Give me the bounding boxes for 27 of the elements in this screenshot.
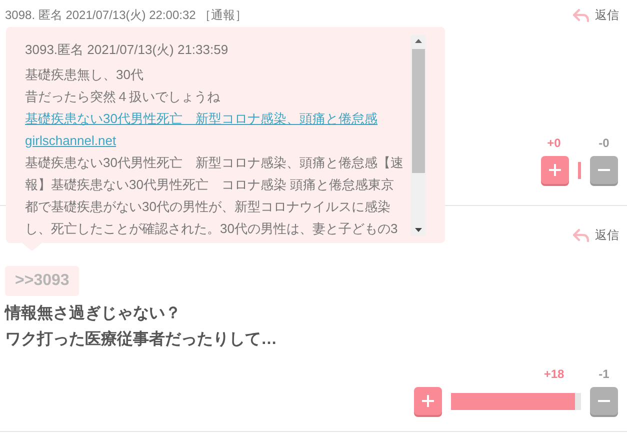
minus-button[interactable] — [590, 387, 618, 415]
scroll-down-icon[interactable] — [415, 228, 422, 232]
comment-text: ワク打った医療従事者だったりして… — [5, 329, 278, 350]
quote-anchor[interactable]: >>3093 — [5, 266, 80, 296]
reply-icon — [573, 228, 589, 242]
popup-text: 昔だったら突然４扱いでしょうね — [25, 88, 221, 106]
article-link[interactable]: girlschannel.net — [25, 133, 116, 148]
popup-header: 3093.匿名 2021/07/13(火) 21:33:59 — [25, 41, 230, 59]
reply-icon — [573, 8, 589, 22]
plus-count: +18 — [542, 366, 566, 383]
plus-button[interactable] — [541, 156, 569, 184]
scrollbar[interactable] — [411, 35, 426, 236]
comment-header: 3098. 匿名 2021/07/13(火) 22:00:32 ［通報］ — [5, 7, 248, 24]
reply-link[interactable]: 返信 — [573, 226, 619, 244]
reply-link[interactable]: 返信 — [573, 6, 619, 24]
plus-count: +0 — [546, 135, 562, 152]
minus-count: -0 — [598, 135, 610, 152]
popup-text: 基礎疾患ない30代男性死亡 新型コロナ感染、頭痛と倦怠感【速報】基礎疾患ない30代男性死亡 コロナ感染 頭痛と倦怠感東京都で基礎疾患がない30代の男性が、新型コロナウイルスに感染し、死亡したことが確認された。30代の男性は、妻と子どもの3 — [25, 154, 404, 238]
minus-button[interactable] — [590, 156, 618, 184]
article-link[interactable]: 基礎疾患ない30代男性死亡 新型コロナ感染、頭痛と倦怠感 — [25, 111, 378, 126]
plus-icon — [548, 163, 562, 177]
plus-icon — [421, 394, 435, 408]
popup-text: 基礎疾患無し、30代 — [25, 66, 144, 84]
comment-text: 情報無さ過ぎじゃない？ — [5, 304, 182, 324]
minus-count: -1 — [598, 366, 610, 383]
plus-button[interactable] — [414, 387, 442, 415]
scroll-up-icon[interactable] — [415, 39, 422, 43]
